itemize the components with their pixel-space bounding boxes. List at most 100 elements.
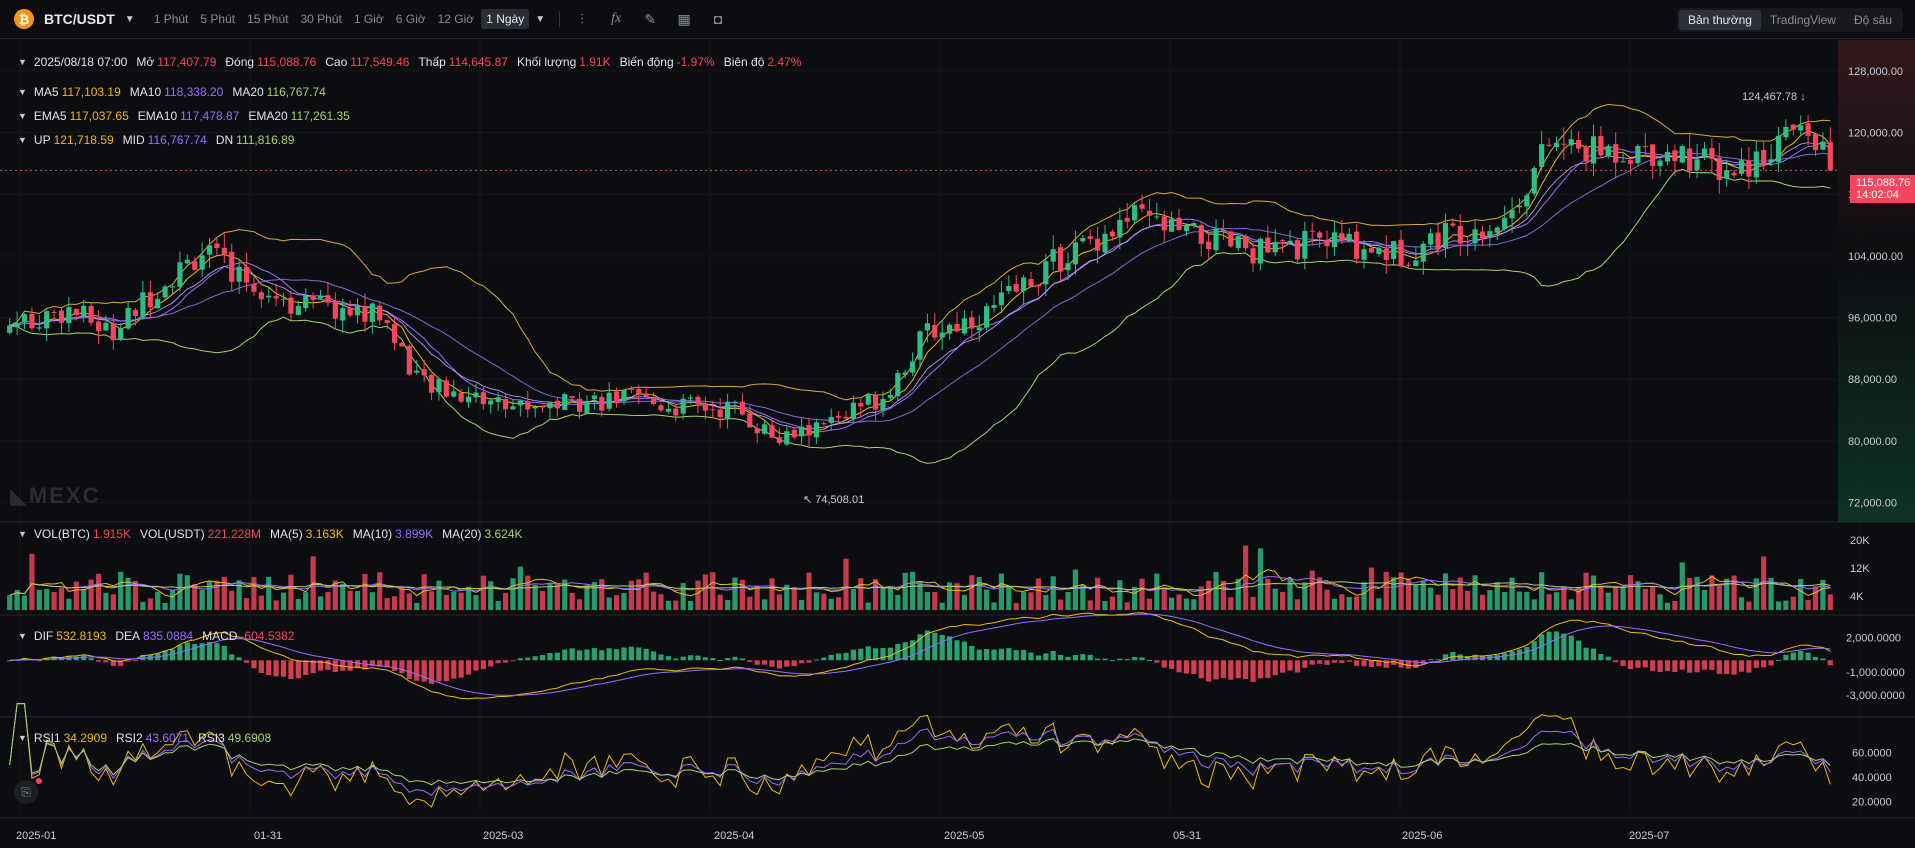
- candle: [1435, 232, 1441, 249]
- candle: [1294, 240, 1301, 260]
- volume-bar: [798, 599, 805, 610]
- macd-bar: [1198, 660, 1204, 679]
- volume-bar: [843, 558, 849, 610]
- macd-bar: [103, 660, 109, 663]
- interval-more-chevron-icon[interactable]: ▼: [535, 14, 545, 25]
- volume-bar: [399, 587, 405, 610]
- volume-bar: [1294, 599, 1301, 610]
- volume-bar: [258, 595, 264, 610]
- macd-bar: [517, 658, 523, 661]
- candle: [51, 311, 57, 313]
- candle: [162, 286, 168, 298]
- candle: [280, 298, 287, 300]
- candle: [88, 306, 94, 323]
- macd-bar: [1287, 660, 1293, 671]
- candle: [243, 266, 250, 283]
- interval-5m[interactable]: 5 Phút: [195, 9, 240, 29]
- interval-1d[interactable]: 1 Ngày: [481, 9, 530, 29]
- macd-bar: [1605, 656, 1611, 661]
- macd-bar: [1524, 647, 1530, 661]
- chevron-down-icon[interactable]: ▼: [18, 111, 27, 121]
- candle: [1391, 241, 1397, 260]
- macd-bar: [443, 660, 449, 682]
- chevron-down-icon[interactable]: ▼: [18, 733, 27, 743]
- candle: [81, 305, 87, 316]
- interval-6h[interactable]: 6 Giờ: [391, 9, 431, 29]
- snapshot-button[interactable]: ⎘: [14, 780, 38, 804]
- layout-grid-icon[interactable]: ▦: [676, 11, 692, 28]
- candle: [317, 295, 324, 299]
- tab-depth[interactable]: Độ sâu: [1845, 10, 1901, 30]
- candle: [1524, 195, 1530, 207]
- candle-type-icon[interactable]: ⫶: [574, 11, 590, 28]
- chevron-down-icon[interactable]: ▼: [125, 14, 135, 25]
- dif-value: 532.8193: [56, 629, 107, 643]
- pair-selector[interactable]: BTC/USDT: [44, 11, 115, 27]
- macd-bar: [1028, 652, 1034, 661]
- macd-bar: [724, 658, 731, 661]
- rsi2-value: 43.6071: [145, 731, 190, 745]
- volume-bar: [569, 593, 575, 610]
- volume-bar: [702, 574, 708, 610]
- candle: [510, 406, 516, 410]
- macd-bar: [132, 660, 139, 662]
- macd-bar: [1309, 660, 1315, 665]
- volume-bar: [251, 577, 257, 610]
- macd-bar: [976, 649, 982, 661]
- candle: [710, 409, 716, 411]
- interval-15m[interactable]: 15 Phút: [242, 9, 293, 29]
- volume-bar: [1746, 601, 1752, 610]
- change-value: -1.97%: [676, 55, 715, 69]
- chevron-down-icon[interactable]: ▼: [18, 529, 27, 539]
- indicator-fx-icon[interactable]: fx: [608, 11, 624, 27]
- chevron-down-icon[interactable]: ▼: [18, 57, 27, 67]
- volume-bar: [873, 579, 879, 610]
- volume-bar: [1472, 575, 1478, 610]
- candle: [1198, 225, 1204, 244]
- macd-bar: [613, 649, 620, 661]
- price-tick-label: 88,000.00: [1848, 374, 1897, 386]
- tab-tradingview[interactable]: TradingView: [1761, 10, 1845, 30]
- macd-bar: [88, 658, 94, 661]
- macd-bar: [591, 648, 597, 661]
- interval-1h[interactable]: 1 Giờ: [349, 9, 389, 29]
- chart-canvas[interactable]: 128,000.00120,000.00112,000.00104,000.00…: [0, 40, 1915, 848]
- interval-30m[interactable]: 30 Phút: [295, 9, 346, 29]
- volume-bar: [1716, 585, 1722, 610]
- interval-1m[interactable]: 1 Phút: [149, 9, 194, 29]
- draw-pencil-icon[interactable]: ✎: [642, 11, 658, 28]
- candle: [295, 305, 301, 316]
- vol-btc-label: VOL(BTC): [33, 527, 90, 541]
- camera-icon[interactable]: ◘: [710, 11, 726, 27]
- rsi2-label: RSI2: [116, 731, 143, 745]
- volume-bar: [1487, 590, 1493, 610]
- macd-bar: [798, 660, 805, 664]
- candle: [1657, 160, 1663, 167]
- chevron-down-icon[interactable]: ▼: [18, 87, 27, 97]
- candle: [1021, 277, 1027, 292]
- macd-bar: [532, 656, 538, 661]
- chevron-down-icon[interactable]: ▼: [18, 135, 27, 145]
- candle: [1442, 223, 1449, 248]
- ema5-value: 117,037.65: [69, 109, 129, 123]
- volume-bar: [1805, 600, 1811, 610]
- chevron-down-icon[interactable]: ▼: [18, 631, 27, 641]
- candle: [1546, 144, 1552, 146]
- candle: [44, 311, 50, 329]
- candle: [1287, 240, 1293, 243]
- interval-12h[interactable]: 12 Giờ: [433, 9, 480, 29]
- volume-bar: [1635, 581, 1641, 610]
- candle: [1746, 160, 1752, 177]
- change-label: Biến động: [619, 55, 674, 69]
- tab-standard[interactable]: Bản thường: [1678, 10, 1761, 30]
- macd-bar: [562, 649, 568, 661]
- boll-dn-label: DN: [215, 133, 234, 147]
- boll-up-label: UP: [33, 133, 51, 147]
- candle: [488, 400, 494, 405]
- candle: [843, 416, 849, 419]
- candle: [606, 392, 612, 409]
- boll-up-value: 121,718.59: [53, 133, 114, 147]
- volume-bar: [1095, 577, 1101, 610]
- macd-bar: [1435, 659, 1441, 661]
- volume-bar: [1428, 587, 1434, 610]
